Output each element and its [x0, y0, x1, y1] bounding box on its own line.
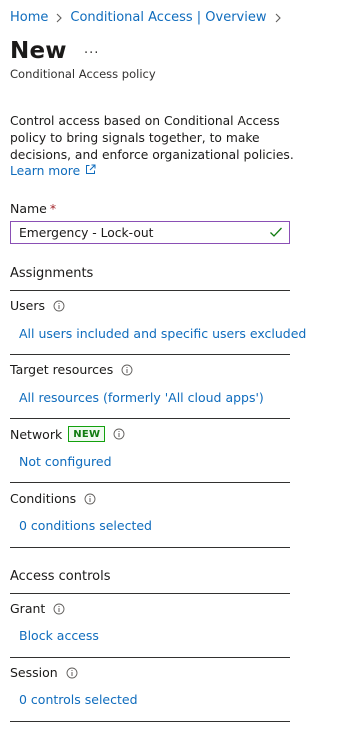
conditions-label: Conditions: [10, 491, 96, 506]
divider: [10, 657, 290, 658]
network-value-link[interactable]: Not configured: [19, 454, 112, 469]
info-icon[interactable]: [113, 428, 125, 440]
access-controls-heading: Access controls: [10, 569, 111, 584]
breadcrumb-overview-link[interactable]: Conditional Access | Overview: [70, 10, 266, 25]
external-link-icon: [80, 164, 96, 178]
info-icon[interactable]: [66, 667, 78, 679]
info-icon[interactable]: [53, 300, 65, 312]
grant-label-text: Grant: [10, 601, 46, 616]
breadcrumb-home-link[interactable]: Home: [10, 10, 48, 25]
session-label-text: Session: [10, 665, 58, 680]
network-label: Network NEW: [10, 426, 125, 442]
divider: [10, 354, 290, 355]
network-label-text: Network: [10, 426, 63, 442]
divider: [10, 721, 290, 722]
grant-label: Grant: [10, 601, 65, 616]
chevron-right-icon: [274, 13, 282, 23]
divider: [10, 290, 290, 291]
divider: [10, 418, 290, 419]
page-title: New: [10, 38, 67, 64]
policy-description: Control access based on Conditional Acce…: [10, 114, 294, 162]
chevron-right-icon: [55, 13, 63, 23]
target-resources-label: Target resources: [10, 362, 133, 377]
name-field-label: Name *: [10, 201, 56, 216]
users-label-text: Users: [10, 298, 46, 313]
divider: [10, 593, 290, 594]
divider: [10, 547, 290, 548]
users-label: Users: [10, 298, 65, 313]
info-icon[interactable]: [84, 493, 96, 505]
name-label-text: Name: [10, 201, 47, 216]
required-marker: *: [49, 201, 57, 216]
page-subtitle: Conditional Access policy: [10, 67, 156, 81]
more-options-button[interactable]: ...: [84, 42, 99, 57]
info-icon[interactable]: [121, 364, 133, 376]
learn-more-label[interactable]: Learn more: [10, 164, 80, 178]
checkmark-icon: [269, 223, 283, 242]
target-resources-label-text: Target resources: [10, 362, 114, 377]
learn-more-link[interactable]: Learn more: [10, 164, 96, 178]
target-resources-value-link[interactable]: All resources (formerly 'All cloud apps'…: [19, 390, 264, 405]
divider: [10, 482, 290, 483]
policy-name-input[interactable]: [19, 225, 269, 240]
policy-name-field[interactable]: [10, 221, 290, 244]
session-value-link[interactable]: 0 controls selected: [19, 692, 138, 707]
breadcrumb: Home Conditional Access | Overview: [10, 10, 289, 25]
users-value-link[interactable]: All users included and specific users ex…: [19, 326, 306, 341]
session-label: Session: [10, 665, 78, 680]
info-icon[interactable]: [53, 603, 65, 615]
conditions-label-text: Conditions: [10, 491, 77, 506]
new-badge: NEW: [68, 426, 106, 442]
conditions-value-link[interactable]: 0 conditions selected: [19, 518, 152, 533]
assignments-heading: Assignments: [10, 266, 94, 281]
grant-value-link[interactable]: Block access: [19, 628, 99, 643]
